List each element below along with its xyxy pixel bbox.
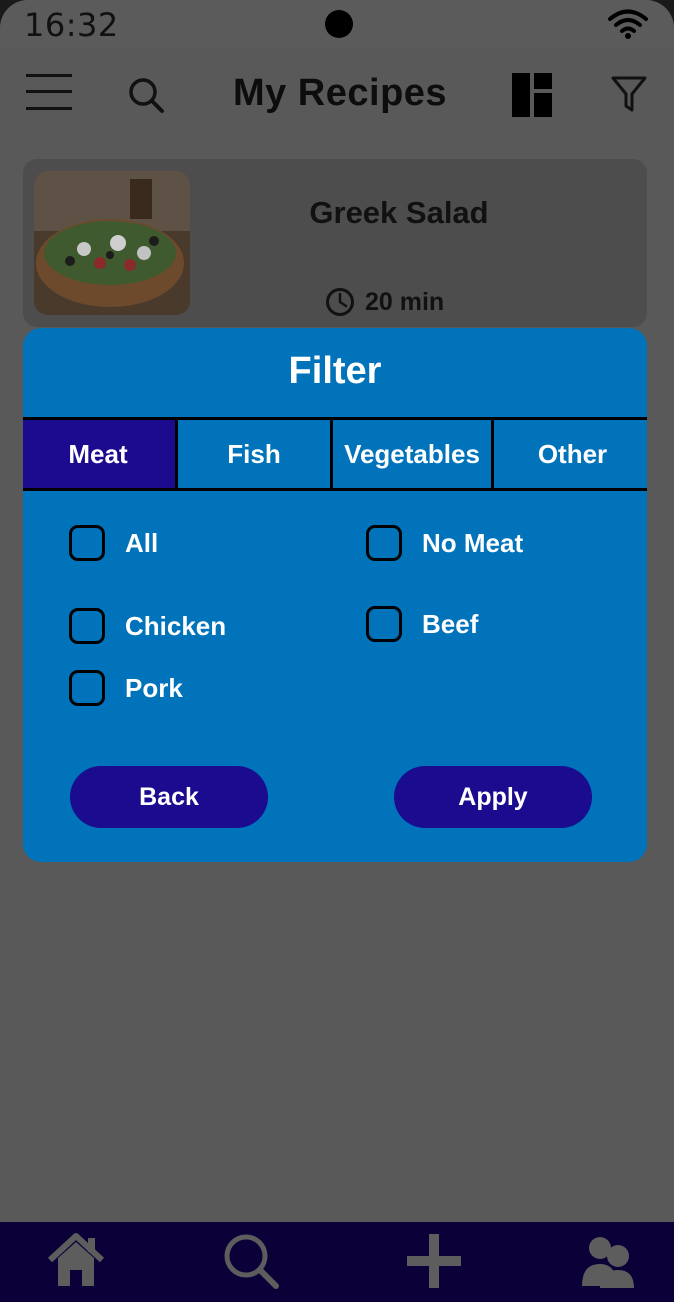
option-chicken[interactable]: Chicken xyxy=(69,606,226,646)
option-label: Chicken xyxy=(125,610,227,641)
checkbox-no-meat[interactable] xyxy=(366,525,402,561)
status-bar: 16:32 xyxy=(0,0,674,48)
back-button[interactable]: Back xyxy=(70,766,268,828)
app-bar: My Recipes xyxy=(0,48,674,148)
tab-vegetables[interactable]: Vegetables xyxy=(333,420,494,488)
checkbox-chicken[interactable] xyxy=(69,608,105,644)
filter-funnel-icon[interactable] xyxy=(611,76,647,114)
option-label: Beef xyxy=(422,608,479,639)
bottom-nav xyxy=(0,1222,674,1302)
phone-screen: 16:32 My Recipes Greek Salad 20 min Filt… xyxy=(0,0,674,1302)
recipe-photo xyxy=(34,171,190,315)
option-no-meat[interactable]: No Meat xyxy=(366,523,523,563)
page-title: My Recipes xyxy=(232,72,448,114)
apply-button[interactable]: Apply xyxy=(394,766,592,828)
checkbox-all[interactable] xyxy=(69,525,105,561)
recipe-name: Greek Salad xyxy=(309,195,489,230)
recipe-time: 20 min xyxy=(325,285,444,319)
hamburger-menu-icon[interactable] xyxy=(26,72,72,112)
home-icon[interactable] xyxy=(46,1230,106,1290)
option-label: All xyxy=(125,527,159,558)
clock-icon xyxy=(326,288,354,316)
plus-icon[interactable] xyxy=(405,1232,463,1290)
layout-grid-icon[interactable] xyxy=(512,73,552,117)
wifi-icon xyxy=(608,9,648,39)
tab-other[interactable]: Other xyxy=(494,420,647,488)
status-time: 16:32 xyxy=(24,6,119,44)
option-beef[interactable]: Beef xyxy=(366,604,478,644)
checkbox-beef[interactable] xyxy=(366,606,402,642)
filter-modal: Filter Meat Fish Vegetables Other All No… xyxy=(23,328,647,862)
tab-fish[interactable]: Fish xyxy=(178,420,333,488)
modal-title: Filter xyxy=(288,350,382,392)
option-pork[interactable]: Pork xyxy=(69,668,183,708)
search-icon[interactable] xyxy=(127,76,165,114)
recipe-card[interactable]: Greek Salad 20 min xyxy=(23,159,647,327)
option-label: Pork xyxy=(125,672,183,703)
checkbox-pork[interactable] xyxy=(69,670,105,706)
search-icon[interactable] xyxy=(222,1232,280,1290)
users-icon[interactable] xyxy=(580,1232,636,1290)
tab-meat[interactable]: Meat xyxy=(23,420,178,488)
recipe-time-text: 20 min xyxy=(365,287,445,316)
option-all[interactable]: All xyxy=(69,523,158,563)
camera-cutout xyxy=(325,10,353,38)
option-label: No Meat xyxy=(422,527,524,558)
filter-tabs: Meat Fish Vegetables Other xyxy=(23,417,647,491)
